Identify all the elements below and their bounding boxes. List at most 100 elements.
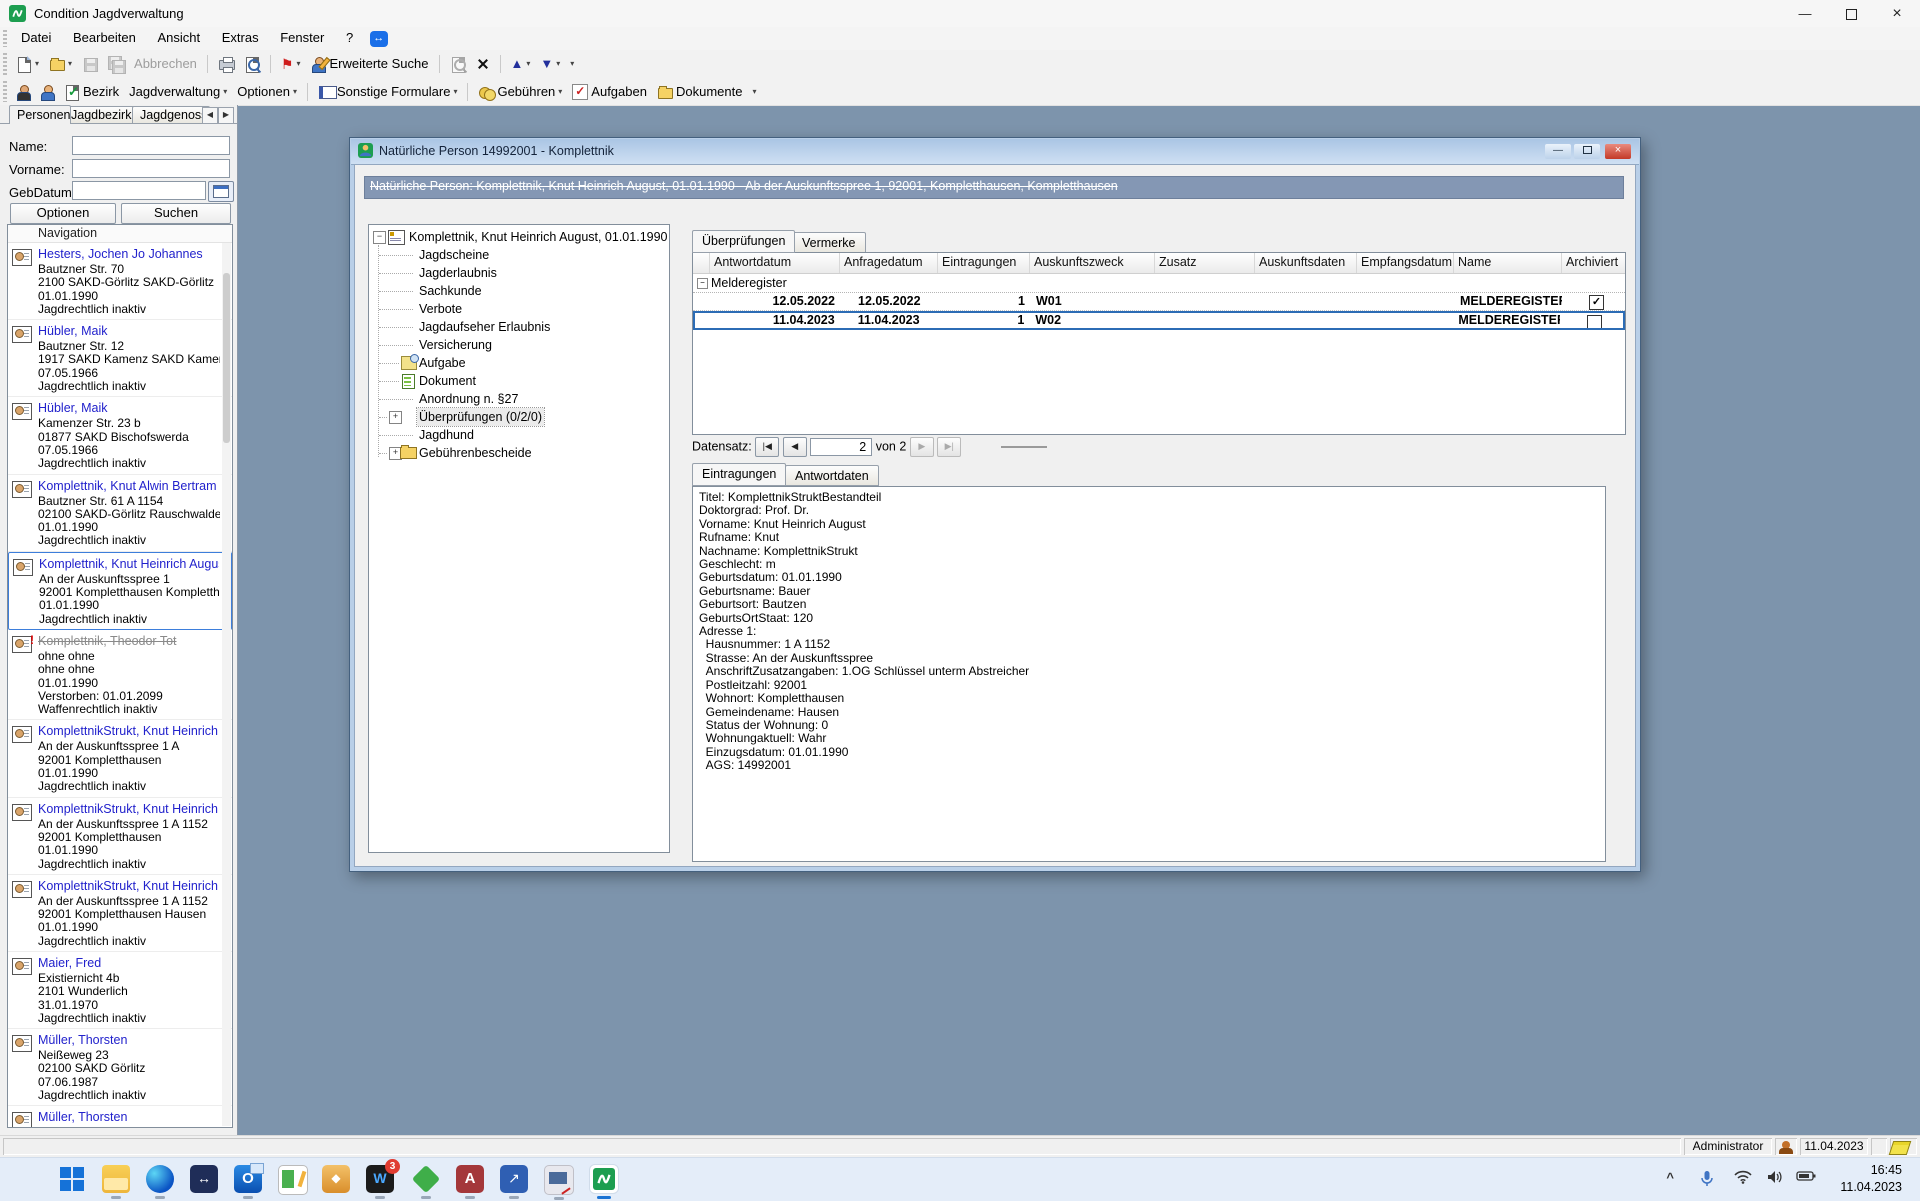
archiviert-checkbox-unchecked[interactable] [1587, 315, 1602, 328]
scrollbar-thumb[interactable] [223, 273, 230, 443]
tree-label[interactable]: Jagderlaubnis [419, 264, 497, 282]
person-dark-button[interactable] [12, 79, 34, 104]
blue-arrow-app-icon[interactable]: ↗ [500, 1165, 528, 1193]
tree-item-versicherung[interactable]: Versicherung [369, 336, 669, 354]
tab-antwortdaten[interactable]: Antwortdaten [785, 465, 879, 486]
person-list-scrollbar[interactable] [222, 243, 231, 1126]
tab-jagdbezirke[interactable]: Jagdbezirke [63, 106, 141, 123]
menu-ansicht[interactable]: Ansicht [149, 27, 210, 48]
first-record-button[interactable]: |◀ [755, 437, 779, 457]
person-list-item[interactable]: Hübler, Maik Bautzner Str. 12 1917 SAKD … [8, 320, 232, 397]
person-name[interactable]: Müller, Thorsten [38, 1110, 220, 1124]
menu-extras[interactable]: Extras [213, 27, 268, 48]
tree-label[interactable]: Aufgabe [419, 354, 466, 372]
gold-app-icon[interactable]: ◆ [322, 1165, 350, 1193]
vorname-input[interactable] [72, 159, 230, 178]
table-row-selected[interactable]: 11.04.2023 11.04.2023 1 W02 MELDEREGISTE… [693, 311, 1625, 330]
window-maximize-button[interactable] [1828, 0, 1874, 27]
person-list-item[interactable]: Müller, Thorsten Neißeweg 23 02100 SAKD … [8, 1029, 232, 1106]
archiviert-checkbox-checked[interactable]: ✓ [1589, 295, 1604, 310]
tree-item-ueberpruefungen[interactable]: + Überprüfungen (0/2/0) [369, 408, 669, 426]
file-explorer-icon[interactable] [102, 1165, 130, 1193]
edge-browser-icon[interactable] [146, 1165, 174, 1193]
expand-icon[interactable]: + [389, 411, 402, 424]
person-name[interactable]: Hübler, Maik [38, 324, 220, 338]
next-record-button[interactable]: ▶ [910, 437, 934, 457]
column-auskunftszweck[interactable]: Auskunftszweck [1030, 253, 1155, 273]
battery-icon[interactable] [1796, 1170, 1816, 1185]
toolbar-overflow-button[interactable]: ▾ [748, 79, 760, 104]
person-list-item[interactable]: KomplettnikStrukt, Knut Heinrich Augu An… [8, 720, 232, 797]
hidden-icons-caret[interactable]: ^ [1666, 1170, 1674, 1185]
dialog-titlebar[interactable]: Natürliche Person 14992001 - Komplettnik… [351, 139, 1639, 165]
open-button[interactable]: ▾ [45, 51, 76, 76]
column-eintragungen[interactable]: Eintragungen [938, 253, 1030, 273]
previous-record-button[interactable]: ◀ [783, 437, 807, 457]
tree-item-jagdhund[interactable]: Jagdhund [369, 426, 669, 444]
jagdverwaltung-taskbar-icon[interactable] [590, 1165, 618, 1193]
tree-item-jagdscheine[interactable]: Jagdscheine [369, 246, 669, 264]
optionen-search-button[interactable]: Optionen [10, 203, 116, 224]
tree-label[interactable]: Dokument [419, 372, 476, 390]
gebdatum-input[interactable] [72, 181, 206, 200]
detail-text[interactable]: Titel: KomplettnikStruktBestandteil Dokt… [699, 491, 1599, 857]
photo-app-icon[interactable] [544, 1165, 574, 1195]
collapse-icon[interactable]: − [373, 231, 386, 244]
tree-label[interactable]: Überprüfungen (0/2/0) [417, 408, 544, 426]
microphone-icon[interactable] [1700, 1170, 1714, 1191]
aufgaben-button[interactable]: ✓Aufgaben [568, 79, 651, 104]
column-anfragedatum[interactable]: Anfragedatum [840, 253, 938, 273]
tree-label[interactable]: Versicherung [419, 336, 492, 354]
table-row[interactable]: 12.05.2022 12.05.2022 1 W01 MELDEREGISTE… [693, 293, 1625, 311]
start-button[interactable] [58, 1165, 86, 1193]
dialog-close-button[interactable]: × [1605, 144, 1631, 159]
person-name[interactable]: Komplettnik, Knut Alwin Bertram Christ [38, 479, 220, 493]
tab-jagdgenossen[interactable]: Jagdgenossen [132, 106, 210, 123]
column-archiviert[interactable]: Archiviert [1562, 253, 1625, 273]
splitter-handle[interactable] [1001, 446, 1047, 448]
save-all-button[interactable] [104, 51, 128, 76]
move-down-button[interactable]: ▼▾ [536, 51, 564, 76]
tree-label[interactable]: Gebührenbescheide [419, 444, 532, 462]
column-empfangsdatum[interactable]: Empfangsdatum [1357, 253, 1454, 273]
tab-vermerke[interactable]: Vermerke [792, 232, 866, 253]
person-list-item[interactable]: Hesters, Jochen Jo Johannes Bautzner Str… [8, 243, 232, 320]
notes-app-icon[interactable] [278, 1165, 308, 1195]
wifi-icon[interactable] [1734, 1170, 1752, 1187]
dokumente-button[interactable]: Dokumente [653, 79, 746, 104]
tree-root[interactable]: − Komplettnik, Knut Heinrich August, 01.… [369, 228, 669, 246]
access-icon[interactable]: A [456, 1165, 484, 1193]
tree-root-label[interactable]: Komplettnik, Knut Heinrich August, 01.01… [409, 228, 668, 246]
column-auskunftsdaten[interactable]: Auskunftsdaten [1255, 253, 1357, 273]
tab-ueberpruefungen[interactable]: Überprüfungen [692, 230, 795, 253]
tab-eintragungen[interactable]: Eintragungen [692, 463, 786, 486]
person-list-item[interactable]: Müller, Thorsten Neißeweg 23 02100 SAKD … [8, 1106, 232, 1128]
group-row-melderegister[interactable]: − Melderegister [693, 274, 1625, 293]
sonstige-formulare-button[interactable]: Sonstige Formulare▾ [314, 79, 461, 104]
person-name[interactable]: KomplettnikStrukt, Knut Heinrich Augu [38, 724, 220, 738]
erweiterte-suche-button[interactable]: Erweiterte Suche [307, 51, 433, 76]
save-button[interactable] [78, 51, 102, 76]
move-up-button[interactable]: ▲▾ [507, 51, 535, 76]
outlook-icon[interactable]: O [234, 1165, 262, 1193]
dialog-minimize-button[interactable]: — [1545, 144, 1571, 159]
person-list-item-selected[interactable]: Komplettnik, Knut Heinrich August An der… [8, 552, 232, 630]
tab-scroll-right-button[interactable]: ▶ [218, 107, 234, 124]
speaker-icon[interactable] [1766, 1170, 1784, 1187]
last-record-button[interactable]: ▶| [937, 437, 961, 457]
dialog-maximize-button[interactable] [1574, 144, 1600, 159]
properties-button[interactable] [446, 51, 470, 76]
person-list-item[interactable]: KomplettnikStrukt, Knut Heinrich Augu An… [8, 798, 232, 875]
flag-button[interactable]: ⚑▾ [277, 51, 305, 76]
taskbar-clock[interactable]: 16:45 11.04.2023 [1840, 1162, 1902, 1196]
tree-item-sachkunde[interactable]: Sachkunde [369, 282, 669, 300]
person-name[interactable]: Hesters, Jochen Jo Johannes [38, 247, 220, 261]
person-name[interactable]: Hübler, Maik [38, 401, 220, 415]
menu-fenster[interactable]: Fenster [271, 27, 333, 48]
person-name[interactable]: KomplettnikStrukt, Knut Heinrich Augu [38, 879, 220, 893]
tree-item-jagderlaubnis[interactable]: Jagderlaubnis [369, 264, 669, 282]
column-zusatz[interactable]: Zusatz [1155, 253, 1255, 273]
webex-icon[interactable]: W3 [366, 1165, 394, 1193]
jagdverwaltung-button[interactable]: Jagdverwaltung▾ [125, 79, 231, 104]
person-list-item[interactable]: Maier, Fred Existiernicht 4b 2101 Wunder… [8, 952, 232, 1029]
